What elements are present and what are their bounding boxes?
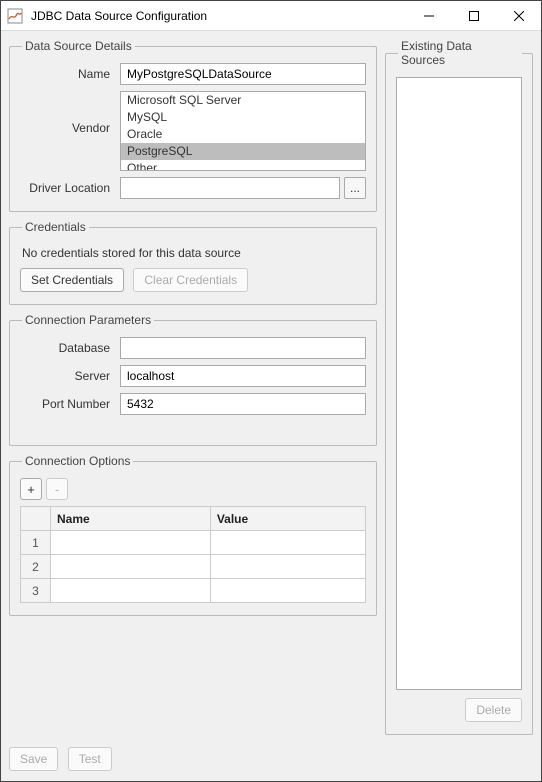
row-header-blank bbox=[21, 507, 51, 531]
option-name-cell[interactable] bbox=[51, 579, 211, 603]
credentials-message: No credentials stored for this data sour… bbox=[22, 246, 366, 260]
content-area: Data Source Details Name Vendor Microsof… bbox=[1, 31, 541, 743]
row-number: 1 bbox=[21, 531, 51, 555]
app-window: JDBC Data Source Configuration Data Sour… bbox=[0, 0, 542, 782]
right-column: Existing Data Sources Delete bbox=[385, 39, 533, 735]
vendor-label: Vendor bbox=[20, 91, 120, 135]
plus-icon: + bbox=[27, 482, 35, 497]
connection-options-panel: Connection Options + - Name Value bbox=[9, 454, 377, 616]
name-label: Name bbox=[20, 67, 120, 81]
existing-data-sources-list[interactable] bbox=[396, 77, 522, 690]
panel-legend: Connection Parameters bbox=[22, 313, 154, 327]
delete-button: Delete bbox=[465, 698, 522, 722]
test-button: Test bbox=[68, 747, 112, 771]
server-input[interactable] bbox=[120, 365, 366, 387]
clear-credentials-button: Clear Credentials bbox=[133, 268, 248, 292]
vendor-item-postgresql[interactable]: PostgreSQL bbox=[121, 143, 365, 160]
app-icon bbox=[7, 8, 23, 24]
database-label: Database bbox=[20, 341, 120, 355]
row-number: 2 bbox=[21, 555, 51, 579]
panel-legend: Connection Options bbox=[22, 454, 133, 468]
maximize-button[interactable] bbox=[451, 1, 496, 31]
left-column: Data Source Details Name Vendor Microsof… bbox=[9, 39, 377, 735]
footer-buttons: Save Test bbox=[1, 743, 541, 781]
panel-legend: Data Source Details bbox=[22, 39, 135, 53]
close-button[interactable] bbox=[496, 1, 541, 31]
option-value-cell[interactable] bbox=[210, 579, 365, 603]
options-table: Name Value 1 2 bbox=[20, 506, 366, 603]
server-label: Server bbox=[20, 369, 120, 383]
minimize-button[interactable] bbox=[406, 1, 451, 31]
table-row: 2 bbox=[21, 555, 366, 579]
vendor-item-oracle[interactable]: Oracle bbox=[121, 126, 365, 143]
ellipsis-icon: ... bbox=[350, 181, 360, 195]
window-title: JDBC Data Source Configuration bbox=[29, 9, 406, 23]
vendor-item-mssql[interactable]: Microsoft SQL Server bbox=[121, 92, 365, 109]
option-value-cell[interactable] bbox=[210, 555, 365, 579]
column-header-value[interactable]: Value bbox=[210, 507, 365, 531]
remove-option-button: - bbox=[46, 478, 68, 500]
existing-data-sources-panel: Existing Data Sources Delete bbox=[385, 39, 533, 735]
column-header-name[interactable]: Name bbox=[51, 507, 211, 531]
set-credentials-button[interactable]: Set Credentials bbox=[20, 268, 124, 292]
save-button: Save bbox=[9, 747, 58, 771]
vendor-item-other[interactable]: Other bbox=[121, 160, 365, 171]
vendor-list[interactable]: Microsoft SQL Server MySQL Oracle Postgr… bbox=[120, 91, 366, 171]
window-controls bbox=[406, 1, 541, 31]
titlebar: JDBC Data Source Configuration bbox=[1, 1, 541, 31]
table-row: 1 bbox=[21, 531, 366, 555]
database-input[interactable] bbox=[120, 337, 366, 359]
data-source-details-panel: Data Source Details Name Vendor Microsof… bbox=[9, 39, 377, 212]
driver-location-label: Driver Location bbox=[20, 181, 120, 195]
table-row: 3 bbox=[21, 579, 366, 603]
panel-legend: Existing Data Sources bbox=[398, 39, 522, 67]
option-name-cell[interactable] bbox=[51, 531, 211, 555]
port-input[interactable] bbox=[120, 393, 366, 415]
credentials-panel: Credentials No credentials stored for th… bbox=[9, 220, 377, 305]
name-input[interactable] bbox=[120, 63, 366, 85]
option-name-cell[interactable] bbox=[51, 555, 211, 579]
minus-icon: - bbox=[55, 482, 59, 497]
add-option-button[interactable]: + bbox=[20, 478, 42, 500]
port-label: Port Number bbox=[20, 397, 120, 411]
driver-location-input[interactable] bbox=[120, 177, 340, 199]
connection-parameters-panel: Connection Parameters Database Server Po… bbox=[9, 313, 377, 446]
browse-button[interactable]: ... bbox=[344, 177, 366, 199]
option-value-cell[interactable] bbox=[210, 531, 365, 555]
vendor-item-mysql[interactable]: MySQL bbox=[121, 109, 365, 126]
row-number: 3 bbox=[21, 579, 51, 603]
panel-legend: Credentials bbox=[22, 220, 89, 234]
